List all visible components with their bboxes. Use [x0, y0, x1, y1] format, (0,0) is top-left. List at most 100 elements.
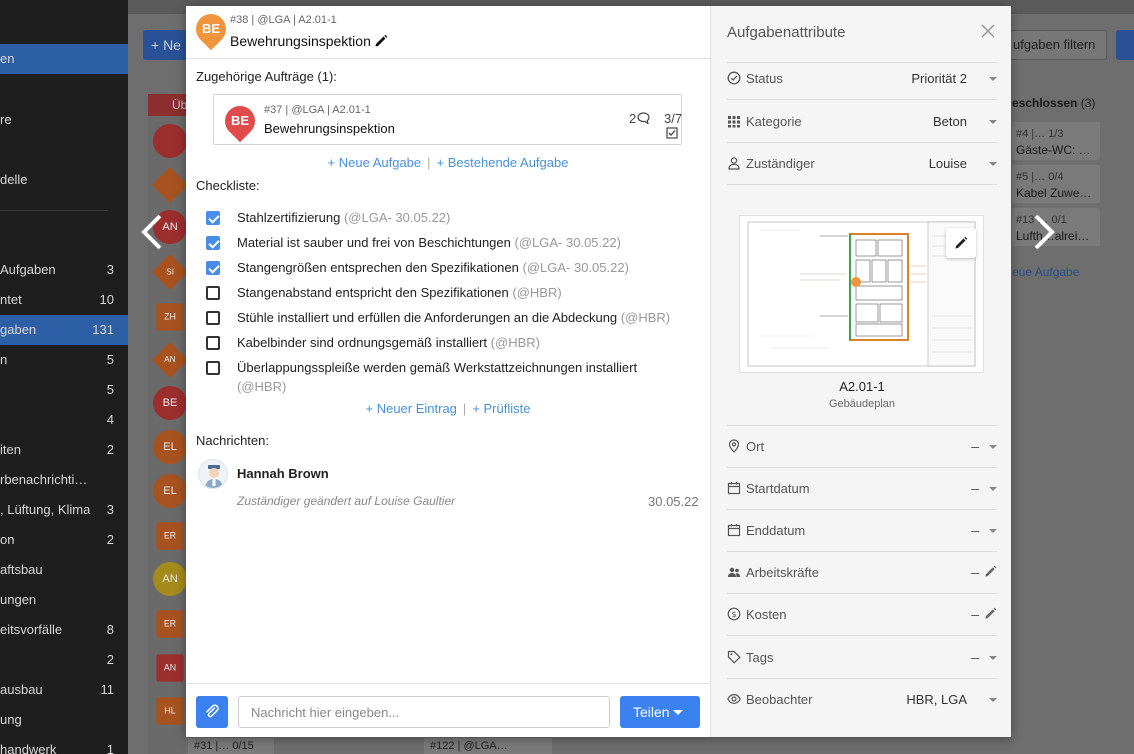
- checklist-checkbox[interactable]: [206, 236, 220, 250]
- dropdown-icon: [989, 698, 997, 702]
- status-attribute[interactable]: Status Priorität 2: [727, 67, 997, 91]
- task-pin[interactable]: ER: [156, 522, 184, 550]
- task-card[interactable]: #31 |… 0/15: [188, 738, 274, 754]
- tags-value: –: [971, 649, 979, 665]
- add-checklist-link[interactable]: + Prüfliste: [472, 401, 530, 416]
- sidebar-item[interactable]: aftsbau: [0, 555, 128, 585]
- checklist-item-text: Stangengrößen entsprechen den Spezifikat…: [237, 258, 677, 277]
- sidebar-item-count: 3: [106, 502, 114, 517]
- message-input[interactable]: [238, 696, 610, 728]
- avatar: [198, 459, 228, 489]
- task-pin[interactable]: [153, 124, 187, 158]
- tags-attribute[interactable]: Tags –: [727, 646, 997, 670]
- sidebar-item[interactable]: handwerk 1: [0, 735, 128, 754]
- dropdown-icon: [989, 120, 997, 124]
- checklist-checkbox[interactable]: [206, 286, 220, 300]
- workers-attribute[interactable]: Arbeitskräfte –: [727, 561, 997, 585]
- sidebar-item[interactable]: 4: [0, 405, 128, 435]
- task-card[interactable]: #13 … 0/1 Lufth…alrei…: [1012, 208, 1100, 246]
- caret-down-icon: [673, 710, 683, 715]
- checklist-checkbox[interactable]: [206, 336, 220, 350]
- sidebar-item[interactable]: , Lüftung, Klima 3: [0, 495, 128, 525]
- pencil-icon[interactable]: [984, 565, 997, 578]
- start-date-attribute[interactable]: Startdatum –: [727, 477, 997, 501]
- add-entry-link[interactable]: + Neuer Eintrag: [366, 401, 457, 416]
- task-pin-code: EL: [163, 485, 177, 497]
- status-label: Status: [746, 71, 783, 86]
- sidebar-item[interactable]: Aufgaben 3: [0, 255, 128, 285]
- task-header: BE #38 | @LGA | A2.01-1 Bewehrungsinspek…: [186, 6, 710, 59]
- checklist-checkbox[interactable]: [206, 311, 220, 325]
- location-attribute[interactable]: Ort –: [727, 435, 997, 459]
- task-pin[interactable]: BE: [153, 386, 187, 420]
- sidebar-item[interactable]: ung: [0, 705, 128, 735]
- next-task-arrow[interactable]: [1032, 212, 1056, 252]
- sidebar-item[interactable]: 2: [0, 645, 128, 675]
- sidebar-item-label: on: [0, 532, 15, 547]
- workers-label: Arbeitskräfte: [746, 565, 819, 580]
- related-task-card[interactable]: BE #37 | @LGA | A2.01-1 Bewehrungsinspek…: [213, 94, 682, 145]
- user-avatar-icon: [205, 465, 223, 488]
- sidebar-item[interactable]: re: [0, 105, 128, 135]
- task-title[interactable]: Bewehrungsinspektion: [230, 33, 388, 49]
- sidebar-item[interactable]: eitsvorfälle 8: [0, 615, 128, 645]
- pencil-icon[interactable]: [374, 34, 388, 48]
- sidebar-item[interactable]: rbenachrichti…: [0, 465, 128, 495]
- view-toggle-button[interactable]: [1116, 30, 1134, 60]
- sidebar-item[interactable]: ntet 10: [0, 285, 128, 315]
- sidebar-item-label: delle: [0, 172, 28, 187]
- add-existing-task-link[interactable]: + Bestehende Aufgabe: [437, 155, 569, 170]
- task-pin[interactable]: EL: [153, 430, 187, 464]
- task-badge-text: BE: [201, 21, 221, 36]
- checklist-checkbox[interactable]: [206, 361, 220, 375]
- end-date-attribute[interactable]: Enddatum –: [727, 519, 997, 543]
- attach-button[interactable]: [196, 696, 228, 728]
- sidebar-item[interactable]: ausbau 11: [0, 675, 128, 705]
- sidebar-item[interactable]: gaben 131: [0, 315, 128, 345]
- add-new-task-link[interactable]: + Neue Aufgabe: [328, 155, 422, 170]
- checklist-checkbox[interactable]: [206, 261, 220, 275]
- new-task-button[interactable]: + Ne: [143, 30, 187, 60]
- previous-task-arrow[interactable]: [140, 212, 164, 252]
- task-pin[interactable]: ZH: [156, 303, 184, 331]
- close-icon[interactable]: [981, 24, 995, 38]
- sidebar-item[interactable]: n5: [0, 345, 128, 375]
- task-pin[interactable]: AN: [153, 562, 187, 596]
- task-pin[interactable]: AN: [156, 654, 184, 682]
- sidebar-item[interactable]: delle: [0, 165, 128, 195]
- task-pin[interactable]: ER: [156, 610, 184, 638]
- users-icon: [728, 567, 740, 577]
- status-value: Priorität 2: [911, 71, 967, 86]
- sidebar-item[interactable]: en: [0, 44, 128, 74]
- task-card[interactable]: #5 |… 0/4 Kabel Zuwe…: [1012, 165, 1100, 203]
- assignee-attribute[interactable]: Zuständiger Louise: [727, 152, 997, 176]
- sidebar-item[interactable]: iten 2: [0, 435, 128, 465]
- task-card-title: Gäste-WC: …: [1016, 143, 1091, 157]
- watchers-attribute[interactable]: Beobachter HBR, LGA: [727, 688, 997, 712]
- sidebar-item-count: 10: [99, 292, 114, 307]
- sidebar-item[interactable]: ungen: [0, 585, 128, 615]
- sidebar-item-label: re: [0, 112, 12, 127]
- pencil-icon: [955, 236, 968, 249]
- edit-plan-button[interactable]: [946, 228, 976, 258]
- task-pin[interactable]: HL: [156, 697, 184, 725]
- filter-tasks-button[interactable]: ufgaben filtern: [1010, 30, 1107, 60]
- end-date-value: –: [971, 522, 979, 538]
- closed-column-new-task[interactable]: eue Aufgabe: [1012, 265, 1079, 279]
- task-detail-modal: BE #38 | @LGA | A2.01-1 Bewehrungsinspek…: [186, 6, 1011, 737]
- sidebar-item-count: 2: [106, 442, 114, 457]
- task-card[interactable]: #122 | @LGA…: [424, 738, 552, 754]
- task-card[interactable]: #4 |… 1/3 Gäste-WC: …: [1012, 122, 1100, 160]
- checklist-checkbox[interactable]: [206, 211, 220, 225]
- plan-thumbnail[interactable]: [739, 215, 984, 373]
- checklist-item-label: Stangenabstand entspricht den Spezifikat…: [237, 285, 509, 300]
- task-card-title: Kabel Zuwe…: [1016, 186, 1092, 200]
- chevron-right-icon: [1034, 214, 1055, 250]
- costs-attribute[interactable]: $ Kosten –: [727, 603, 997, 627]
- sidebar-item[interactable]: 5: [0, 375, 128, 405]
- pencil-icon[interactable]: [984, 607, 997, 620]
- category-attribute[interactable]: Kategorie Beton: [727, 110, 997, 134]
- task-pin[interactable]: EL: [153, 474, 187, 508]
- share-button[interactable]: Teilen: [620, 696, 700, 728]
- sidebar-item[interactable]: on 2: [0, 525, 128, 555]
